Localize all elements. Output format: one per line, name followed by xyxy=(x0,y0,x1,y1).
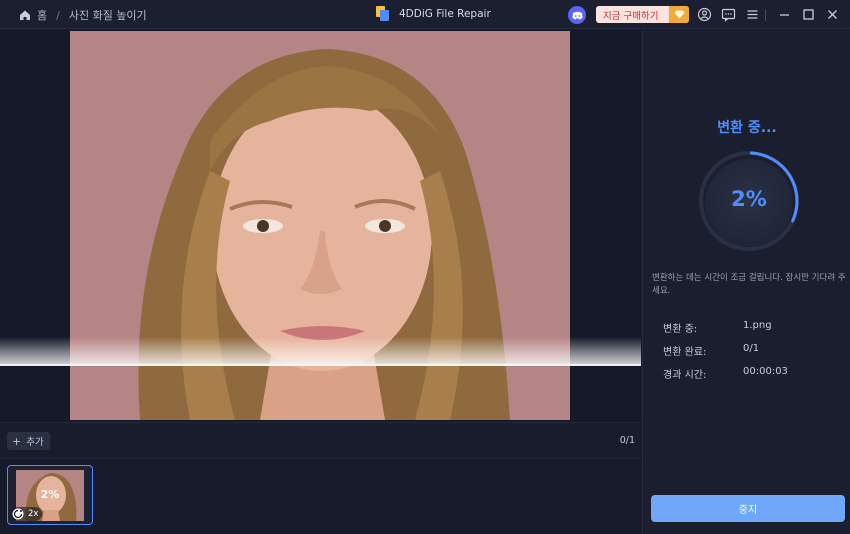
status-key: 경과 시간: xyxy=(663,370,707,381)
menu-icon[interactable] xyxy=(745,7,760,22)
scan-line xyxy=(0,337,641,365)
status-rows: 변환 중: 1.png 변환 완료: 0/1 경과 시간: 00:00:03 xyxy=(663,320,788,389)
upscale-badge: 2x xyxy=(11,507,43,521)
wait-note: 변환하는 데는 시간이 조금 걸립니다. 잠시만 기다려 주세요. xyxy=(652,273,846,296)
status-key: 변환 중: xyxy=(663,324,698,335)
status-row: 변환 중: 1.png xyxy=(663,320,788,343)
upscale-scale: 2x xyxy=(28,509,39,519)
discord-icon[interactable] xyxy=(568,6,586,24)
app-title-text: 4DDiG File Repair xyxy=(399,7,491,20)
file-toolbar: + 추가 0/1 xyxy=(0,422,641,459)
thumbnail-item[interactable]: 2% 2x xyxy=(7,465,93,525)
breadcrumb: 홈 / 사진 화질 높이기 xyxy=(18,7,147,23)
progress-percent: 2% xyxy=(731,187,767,211)
stop-button-label: 중지 xyxy=(738,505,758,516)
app-title: 4DDiG File Repair xyxy=(376,6,491,21)
minimize-icon[interactable] xyxy=(777,7,792,22)
image-preview-area xyxy=(0,30,641,422)
add-button-label: 추가 xyxy=(26,437,44,448)
home-icon[interactable] xyxy=(18,8,32,22)
account-icon[interactable] xyxy=(697,7,712,22)
buy-now-button[interactable]: 지금 구매하기 xyxy=(596,6,689,23)
upscale-icon xyxy=(12,508,24,520)
file-count: 0/1 xyxy=(619,435,635,446)
titlebar-divider xyxy=(765,9,766,21)
title-bar: 홈 / 사진 화질 높이기 4DDiG File Repair 지금 구매하기 xyxy=(0,0,850,29)
buy-now-label: 지금 구매하기 xyxy=(603,10,659,22)
plus-icon: + xyxy=(12,434,22,448)
scan-line-edge xyxy=(0,364,641,366)
breadcrumb-current: 사진 화질 높이기 xyxy=(68,9,147,22)
close-icon[interactable] xyxy=(825,7,840,22)
add-button[interactable]: + 추가 xyxy=(7,432,50,450)
thumbnail-strip: 2% 2x xyxy=(0,460,641,534)
status-value: 1.png xyxy=(743,320,772,331)
status-title: 변환 중... xyxy=(717,120,777,136)
status-row: 경과 시간: 00:00:03 xyxy=(663,366,788,389)
status-value: 0/1 xyxy=(743,343,760,354)
status-key: 변환 완료: xyxy=(663,347,707,358)
thumbnail-progress: 2% xyxy=(40,488,60,501)
breadcrumb-home[interactable]: 홈 xyxy=(37,7,47,23)
maximize-icon[interactable] xyxy=(801,7,816,22)
progress-panel: 변환 중... 2% 변환하는 데는 시간이 조금 걸립니다. 잠시만 기다려 … xyxy=(642,30,850,534)
status-row: 변환 완료: 0/1 xyxy=(663,343,788,366)
app-logo-icon xyxy=(376,6,389,21)
diamond-icon xyxy=(669,6,689,23)
status-value: 00:00:03 xyxy=(743,366,788,377)
stop-button[interactable]: 중지 xyxy=(651,495,845,522)
breadcrumb-separator: / xyxy=(56,8,60,22)
feedback-icon[interactable] xyxy=(721,7,736,22)
